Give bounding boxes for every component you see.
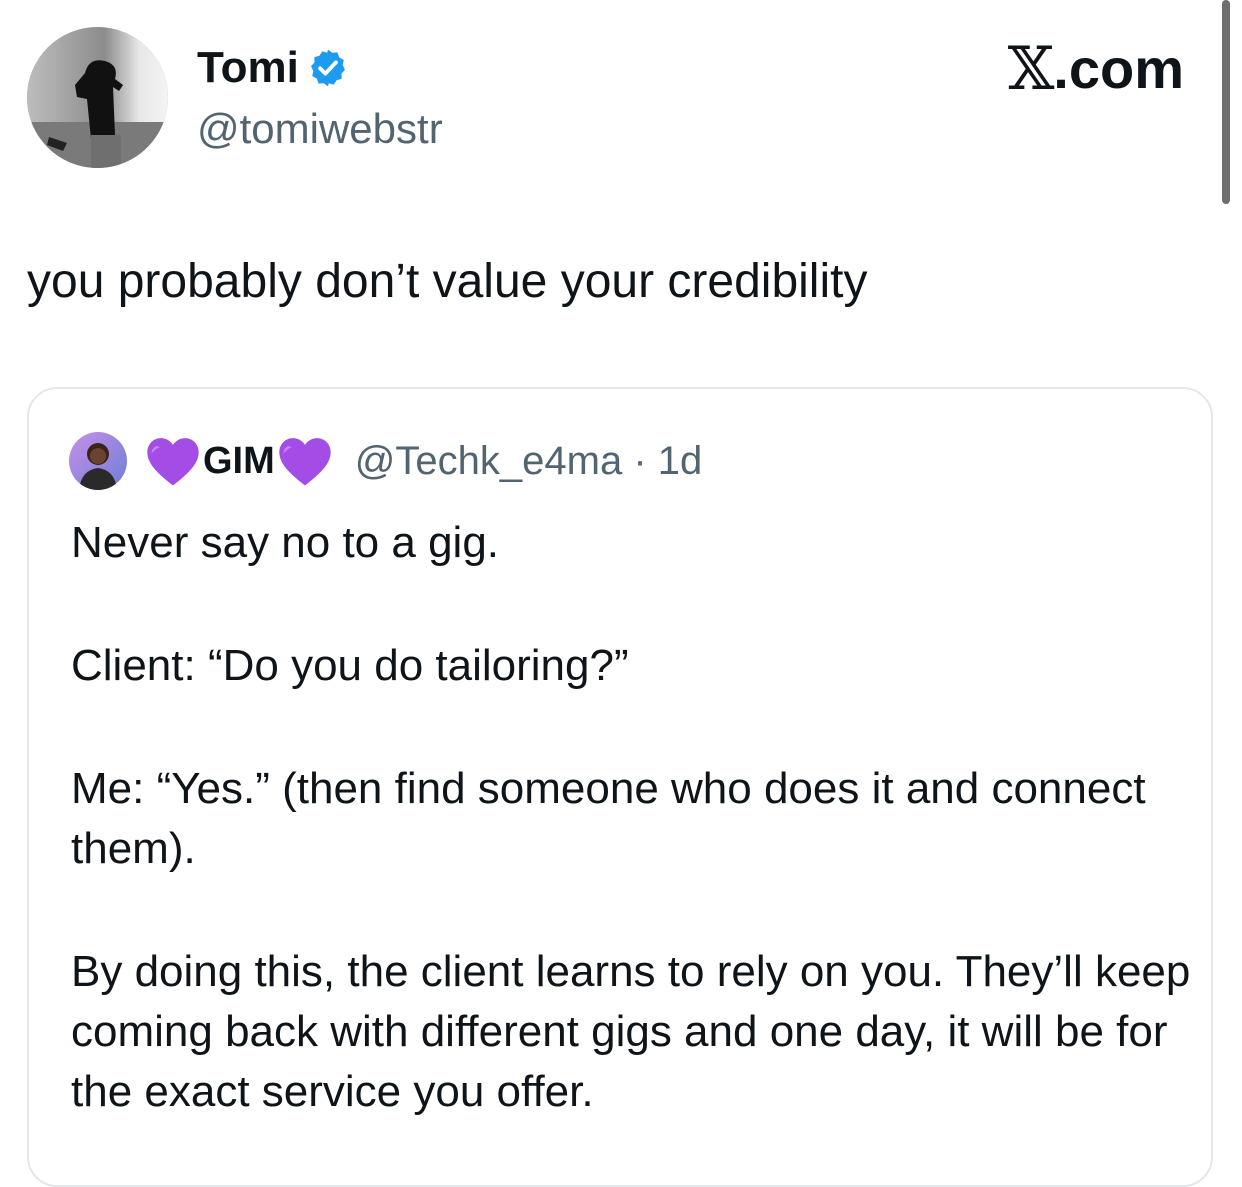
quoted-paragraph: Me: “Yes.” (then find someone who does i… [71, 764, 1146, 873]
quoted-name-text: GIM [203, 439, 275, 482]
author-display-name[interactable]: Tomi [197, 42, 349, 94]
quoted-author-name[interactable]: GIM [145, 435, 333, 487]
quoted-paragraph: By doing this, the client learns to rely… [71, 947, 1191, 1116]
verified-badge-icon [310, 49, 345, 87]
x-logo-icon: 𝕏 [1007, 34, 1055, 104]
avatar-photo [27, 27, 168, 168]
quoted-avatar-photo [69, 432, 127, 490]
quoted-handle[interactable]: @Techk_e4ma [355, 439, 622, 483]
author-name-text: Tomi [197, 43, 299, 92]
quoted-paragraph: Client: “Do you do tailoring?” [71, 641, 629, 690]
quoted-tweet-body: Never say no to a gig. Client: “Do you d… [71, 513, 1191, 1185]
x-brand-logo[interactable]: 𝕏 .com [1008, 36, 1184, 102]
quoted-timestamp[interactable]: 1d [658, 439, 703, 483]
brand-domain-suffix: .com [1053, 37, 1184, 100]
quoted-tweet-card[interactable]: GIM @Techk_e4ma · 1d Never say no to a g… [27, 387, 1213, 1187]
author-avatar[interactable] [27, 27, 168, 168]
author-handle[interactable]: @tomiwebstr [197, 104, 443, 154]
quoted-author-avatar[interactable] [69, 432, 127, 490]
quoted-tweet-header: GIM @Techk_e4ma · 1d [69, 429, 702, 493]
quoted-paragraph: Never say no to a gig. [71, 518, 500, 567]
purple-heart-icon [147, 438, 199, 486]
scrollbar-thumb[interactable] [1222, 0, 1230, 204]
tweet-text: you probably don’t value your credibilit… [27, 255, 868, 308]
meta-separator: · [633, 438, 647, 483]
quoted-meta: @Techk_e4ma · 1d [355, 439, 702, 484]
purple-heart-icon [279, 438, 331, 486]
